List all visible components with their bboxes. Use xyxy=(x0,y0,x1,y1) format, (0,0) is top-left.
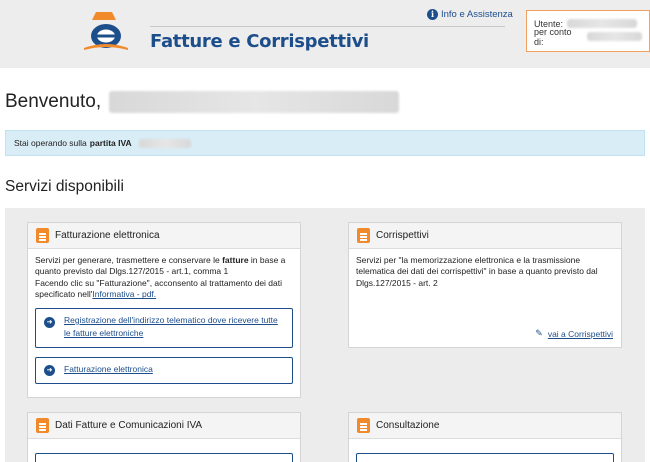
consultazione-button[interactable] xyxy=(356,453,614,462)
partita-iva-alert: Stai operando sulla partita IVA xyxy=(5,130,645,156)
header: Fatture e Corrispettivi i Info e Assiste… xyxy=(0,0,650,68)
card-title: Dati Fatture e Comunicazioni IVA xyxy=(55,420,203,431)
info-link-label: Info e Assistenza xyxy=(441,9,513,20)
document-icon xyxy=(36,418,49,433)
dati-fatture-button[interactable] xyxy=(35,453,293,462)
header-divider xyxy=(150,26,505,27)
card-header: Consultazione xyxy=(349,413,621,439)
app-title[interactable]: Fatture e Corrispettivi xyxy=(150,31,369,52)
arrow-right-circle-icon: ➜ xyxy=(44,365,55,376)
user-value-redacted xyxy=(567,19,638,28)
informativa-pdf-link[interactable]: Informativa - pdf. xyxy=(92,289,156,299)
card-corrispettivi: Corrispettivi Servizi per "la memorizzaz… xyxy=(348,222,622,348)
document-icon xyxy=(357,418,370,433)
agenzia-entrate-logo[interactable] xyxy=(82,10,130,52)
welcome-text: Benvenuto, xyxy=(5,91,102,112)
info-icon: i xyxy=(427,9,438,20)
info-assistenza-link[interactable]: i Info e Assistenza xyxy=(427,9,513,20)
user-box: Utente: per conto di: xyxy=(526,10,650,52)
alert-bold: partita IVA xyxy=(89,138,132,148)
fatturazione-button-label: Fatturazione elettronica xyxy=(64,364,153,374)
welcome-name-redacted xyxy=(109,91,400,113)
vai-a-corrispettivi-link[interactable]: ✎ vai a Corrispettivi xyxy=(535,328,613,339)
document-icon xyxy=(357,228,370,243)
card-description: Servizi per generare, trasmettere e cons… xyxy=(28,249,300,307)
welcome-heading: Benvenuto, xyxy=(5,91,400,113)
fatturazione-elettronica-button[interactable]: ➜ Fatturazione elettronica xyxy=(35,357,293,384)
registrazione-indirizzo-button[interactable]: ➜ Registrazione dell'indirizzo telematic… xyxy=(35,308,293,348)
card-dati-fatture: Dati Fatture e Comunicazioni IVA xyxy=(27,412,301,462)
on-behalf-value-redacted xyxy=(586,32,642,41)
partita-iva-redacted xyxy=(138,138,191,148)
on-behalf-label: per conto di: xyxy=(534,26,572,47)
alert-prefix: Stai operando sulla xyxy=(14,138,87,148)
card-description: Servizi per "la memorizzazione elettroni… xyxy=(356,255,598,288)
desc-part-1: Servizi per generare, trasmettere e cons… xyxy=(35,255,223,265)
document-icon xyxy=(36,228,49,243)
services-title: Servizi disponibili xyxy=(5,178,124,195)
card-header: Fatturazione elettronica xyxy=(28,223,300,249)
arrow-right-circle-icon: ➜ xyxy=(44,317,55,328)
desc-part-3: Facendo clic su "Fatturazione", acconsen… xyxy=(35,277,283,300)
card-title: Fatturazione elettronica xyxy=(55,230,160,241)
card-consultazione: Consultazione xyxy=(348,412,622,462)
on-behalf-row: per conto di: xyxy=(534,27,642,47)
desc-bold: fatture xyxy=(222,255,249,265)
edit-icon: ✎ xyxy=(535,328,543,338)
card-title: Consultazione xyxy=(376,420,440,431)
card-fatturazione-elettronica: Fatturazione elettronica Servizi per gen… xyxy=(27,222,301,398)
services-panel: Fatturazione elettronica Servizi per gen… xyxy=(5,208,645,462)
card-header: Dati Fatture e Comunicazioni IVA xyxy=(28,413,300,439)
registrazione-button-label: Registrazione dell'indirizzo telematico … xyxy=(64,315,278,338)
card-title: Corrispettivi xyxy=(376,230,429,241)
card-header: Corrispettivi xyxy=(349,223,621,249)
vai-corrispettivi-label: vai a Corrispettivi xyxy=(547,328,613,339)
